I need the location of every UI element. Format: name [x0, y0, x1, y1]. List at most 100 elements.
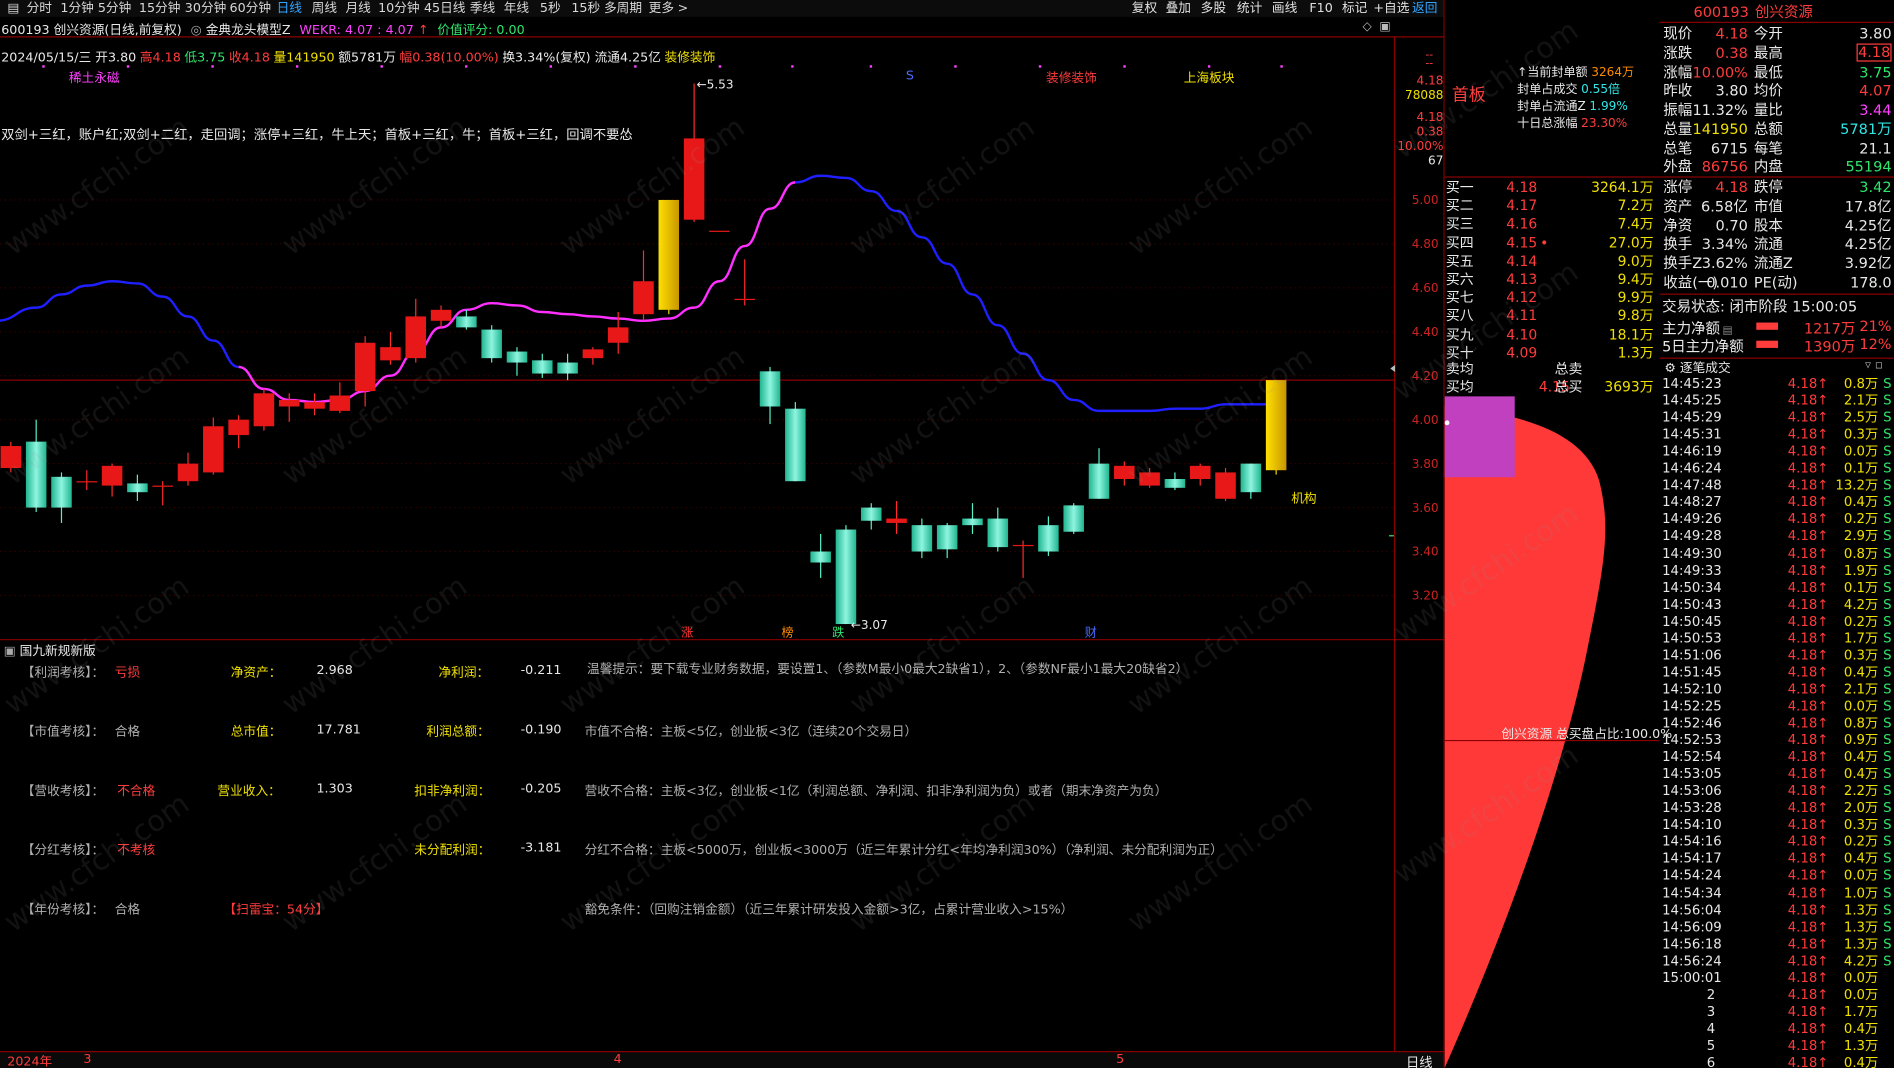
tick-price-13: 4.18↑ [1787, 596, 1829, 613]
tick-price-22: 4.18↑ [1787, 749, 1829, 765]
tick-price-15: 4.18↑ [1787, 630, 1829, 647]
cycle-label[interactable]: 日线 [1406, 1052, 1433, 1068]
quote-row-2: 涨幅 10.00% 最低 3.75 [1662, 62, 1891, 81]
tick-time-19: 14:52:25 [1662, 698, 1722, 714]
quote-cell-11-3: 4.25亿 [1844, 235, 1892, 253]
seal-line-3: 十日总涨幅 23.30% [1517, 112, 1627, 130]
tick-price-0: 4.18↑ [1787, 375, 1829, 392]
candle-body-16 [405, 316, 427, 359]
ma-line-0 [0, 280, 239, 369]
tick-vol-35: 0.0万 [1843, 969, 1879, 986]
tick-time-22: 14:52:54 [1662, 749, 1722, 765]
quote-cell-0-1: 4.18 [1715, 25, 1748, 43]
candle-body-9 [228, 419, 249, 436]
tick-row-22: 14:52:54 4.18↑ 0.4万 S [1662, 749, 1892, 766]
tick-price-1: 4.18↑ [1787, 392, 1829, 409]
candle-6 [152, 481, 173, 506]
flow-pct-0: 21% [1859, 317, 1892, 335]
candle-body-24 [607, 327, 629, 343]
candle-body-32 [810, 551, 831, 563]
tick-price-6: 4.18↑ [1787, 477, 1829, 494]
flow-pct-1: 12% [1859, 335, 1892, 353]
tick-time-36: 2 [1706, 986, 1716, 1003]
tick-row-8: 14:49:26 4.18↑ 0.2万 S [1662, 511, 1892, 528]
quote-cell-0-0: 现价 [1663, 25, 1693, 43]
buy-avg-row: 买均 4.15 总买 3693万 [1446, 378, 1656, 396]
candle-32 [810, 533, 831, 578]
dash-icon-2: -- [1425, 56, 1433, 69]
bid-vol-7: 9.8万 [1617, 307, 1654, 325]
tick-time-7: 14:48:27 [1662, 494, 1722, 511]
tick-side-17: S [1883, 664, 1892, 680]
panel-icon: ▣ [3, 643, 16, 659]
candle-28 [709, 230, 730, 232]
candle-22 [557, 353, 578, 381]
tick-vol-0: 0.8万 [1843, 375, 1879, 392]
tick-vol-33: 1.3万 [1843, 935, 1879, 952]
tick-time-17: 14:51:45 [1662, 664, 1722, 680]
candle-15 [380, 331, 401, 365]
tick-row-28: 14:54:17 4.18↑ 0.4万 S [1662, 851, 1892, 868]
quote-cell-2-0: 涨幅 [1663, 63, 1693, 81]
quote-cell-12-0: 换手Z [1663, 254, 1703, 272]
tick-row-32: 14:56:09 4.18↑ 1.3万 S [1662, 919, 1892, 936]
tick-side-21: S [1883, 732, 1892, 748]
candle-37 [936, 522, 958, 559]
candle-body-42 [1063, 505, 1084, 532]
fin-v2-3: -3.181 [520, 840, 562, 856]
quote-cell-7-0: 外盘 [1663, 158, 1693, 176]
candle-13 [329, 382, 351, 414]
tick-vol-5: 0.1万 [1843, 460, 1879, 477]
info-item-4: 量141950 [273, 50, 335, 66]
candle-body-41 [1038, 525, 1059, 552]
fin-status-2: 不合格 [117, 784, 156, 799]
tick-time-15: 14:50:53 [1662, 630, 1722, 647]
candle-body-39 [987, 518, 1009, 548]
signal-dot-10 [869, 65, 873, 68]
bid-row-2[interactable]: 买三 4.16 7.4万 [1446, 216, 1656, 234]
tick-time-2: 14:45:29 [1662, 409, 1722, 426]
tick-row-40: 6 4.18↑ 0.4万 [1662, 1055, 1892, 1068]
tick-row-27: 14:54:16 4.18↑ 0.2万 S [1662, 834, 1892, 851]
candle-body-12 [304, 402, 325, 409]
y-tick-8: 4.80 [1412, 237, 1439, 251]
candle-body-28 [709, 230, 730, 232]
filter-icon[interactable]: ▿ ▫ [1865, 359, 1883, 372]
tick-row-34: 14:56:24 4.18↑ 4.2万 S [1662, 953, 1892, 970]
quote-cell-6-1: 6715 [1710, 139, 1748, 157]
signal-dot-14 [1207, 65, 1211, 68]
signal-dot-8 [718, 65, 722, 68]
axis-top-price: 4.18 [1416, 74, 1444, 89]
bid-row-1[interactable]: 买二 4.17 7.2万 [1446, 197, 1656, 215]
bid-row-3[interactable]: 买四 4.15 • 27.0万 [1446, 234, 1656, 252]
y-tick-2: 3.60 [1412, 501, 1439, 515]
bid-price-1: 4.17 [1506, 197, 1538, 215]
tick-side-2: S [1883, 409, 1892, 426]
fin-status-4: 合格 [114, 902, 141, 917]
quote-cell-3-2: 均价 [1753, 82, 1783, 100]
quote-cell-1-2: 最高 [1753, 44, 1783, 62]
quote-cell-11-0: 换手 [1663, 235, 1693, 253]
tick-price-33: 4.18↑ [1787, 935, 1829, 952]
quote-row-11: 换手 3.34% 流通 4.25亿 [1662, 235, 1892, 254]
y-tick-1: 3.40 [1412, 545, 1439, 559]
app-root: 分时 1分钟 5分钟 15分钟 30分钟 60分钟 日线 周线 月线 10分钟 45日线 季线 年线 5秒… [0, 0, 1894, 1068]
tick-row-15: 14:50:53 4.18↑ 1.7万 S [1662, 630, 1892, 647]
candle-34 [860, 503, 882, 530]
quote-divider [1659, 21, 1894, 23]
tick-side-28: S [1883, 850, 1892, 867]
candle-body-8 [203, 426, 224, 473]
seal-line-2: 封单占流通Z 1.99% [1517, 95, 1628, 113]
tick-row-29: 14:54:24 4.18↑ 0.0万 S [1662, 868, 1892, 885]
chart-tag-2: 装修装饰 [1046, 71, 1097, 86]
fin-k2-1: 利润总额： [426, 724, 490, 740]
tick-time-20: 14:52:46 [1662, 715, 1722, 731]
tick-price-17: 4.18↑ [1787, 664, 1829, 680]
fin-note-1: 市值不合格：主板<5亿，创业板<3亿（连续20个交易日） [584, 724, 918, 740]
tick-price-37: 4.18↑ [1787, 1003, 1829, 1020]
quote-cell-4-3: 3.44 [1859, 101, 1892, 119]
bid-row-0[interactable]: 买一 4.18 3264.1万 [1446, 179, 1656, 197]
candle-19 [481, 325, 502, 363]
candle-43 [1088, 448, 1110, 499]
candle-body-36 [911, 525, 933, 552]
